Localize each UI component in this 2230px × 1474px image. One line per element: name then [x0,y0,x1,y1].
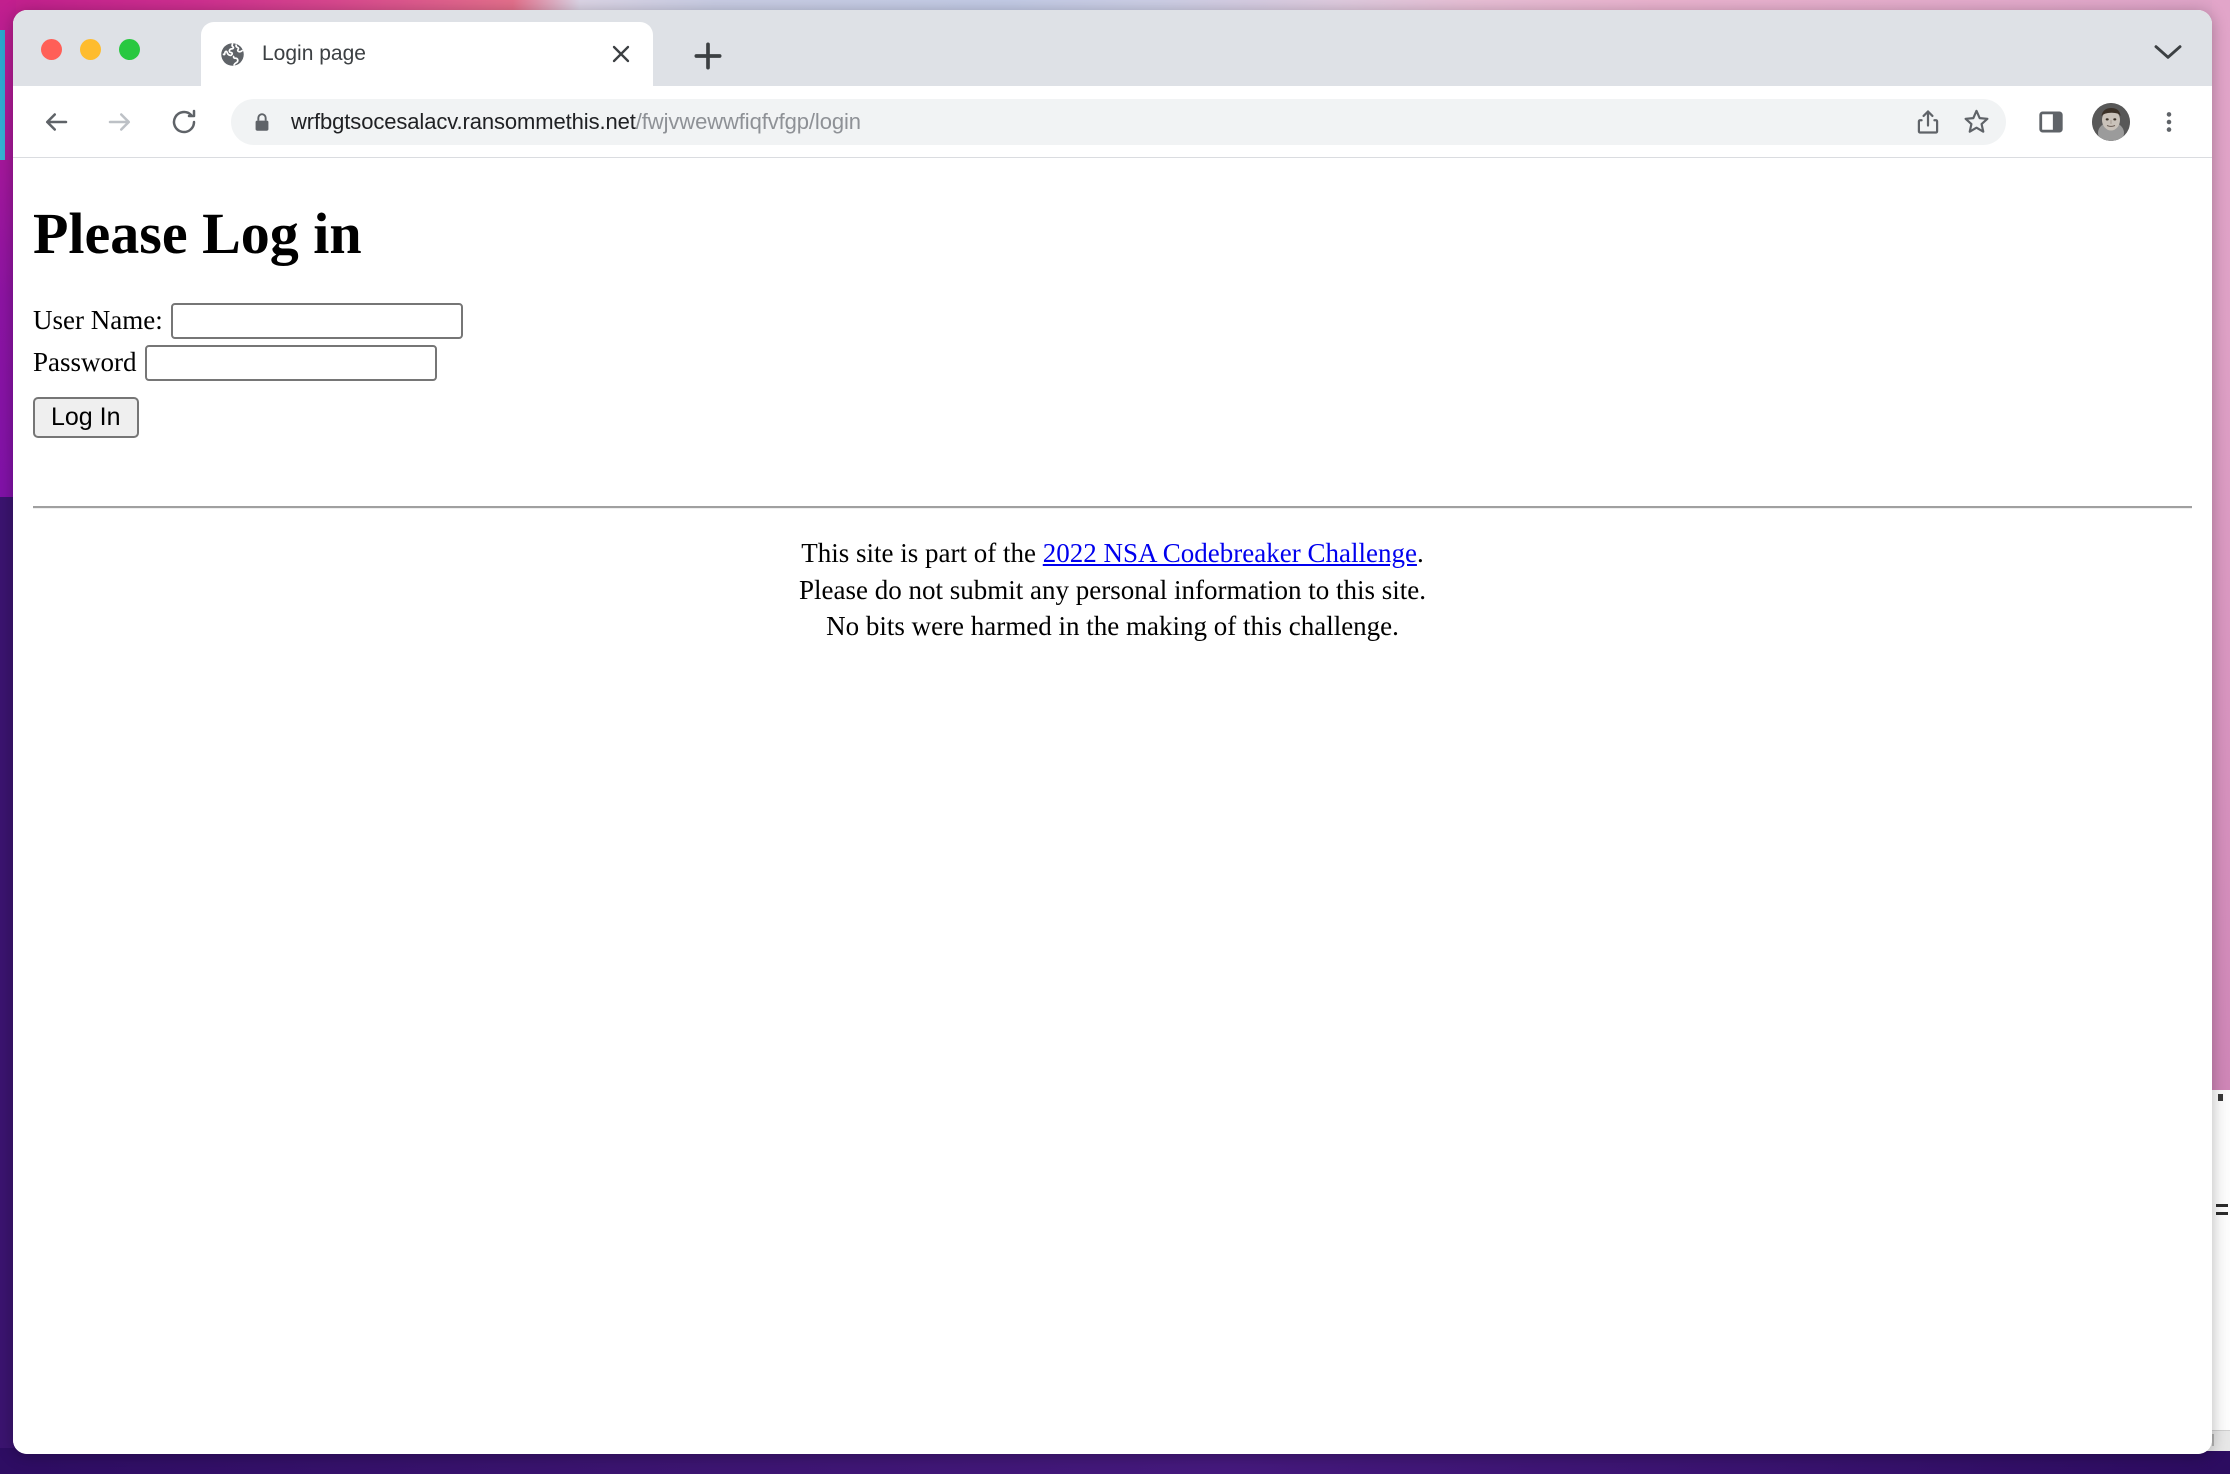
back-arrow-icon [46,112,68,131]
page-body: Please Log in User Name: Password Log In… [13,158,2212,645]
url-host: wrfbgtsocesalacv.ransommethis.net [291,108,636,134]
star-icon [1964,109,1988,133]
tab-title: Login page [262,42,366,65]
lock-icon[interactable] [251,111,273,133]
forward-arrow-icon [108,112,130,131]
share-button[interactable] [1906,100,1950,144]
tab-login-page[interactable]: Login page [201,22,653,86]
username-input[interactable] [170,302,463,339]
bookmark-button[interactable] [1954,100,1998,144]
footer-line-1-suffix: . [1416,537,1424,568]
background-window-dot [2218,1094,2223,1101]
page-title: Please Log in [33,201,362,266]
chevron-down-icon[interactable] [2152,42,2184,62]
footer-line-1-prefix: This site is part of the [801,537,1043,568]
footer-line-3: No bits were harmed in the making of thi… [826,611,1399,642]
password-row: Password [33,344,2192,381]
browser-toolbar: wrfbgtsocesalacv.ransommethis.net/fwjvwe… [13,86,2212,158]
page-viewport: Please Log in User Name: Password Log In… [13,158,2212,1454]
background-window[interactable] [2211,1090,2230,1450]
back-button[interactable] [33,99,79,145]
new-tab-button[interactable] [688,36,728,76]
page-footer: This site is part of the 2022 NSA Codebr… [33,535,2192,645]
user-avatar [2092,102,2130,141]
tab-strip: Login page [13,10,2212,86]
globe-icon [221,42,244,66]
login-form: User Name: Password Log In [33,302,2192,438]
url-text: wrfbgtsocesalacv.ransommethis.net/fwjvwe… [291,109,1902,135]
reload-icon [172,109,196,133]
password-label: Password [33,347,137,378]
wallpaper-left-accent [0,30,5,160]
forward-button[interactable] [97,99,143,145]
close-window-button[interactable] [41,39,62,60]
wallpaper-right-strip [2212,0,2230,1095]
url-path: /fwjvwewwfiqfvfgp/login [635,108,861,134]
footer-divider [33,505,2192,509]
footer-line-1: This site is part of the 2022 NSA Codebr… [33,535,2192,572]
minimize-window-button[interactable] [80,39,101,60]
background-window-marks [2216,1198,2228,1232]
reload-button[interactable] [161,99,207,145]
window-controls [41,39,140,60]
close-tab-icon[interactable] [607,40,635,68]
codebreaker-challenge-link[interactable]: 2022 NSA Codebreaker Challenge [1043,538,1417,568]
address-bar[interactable]: wrfbgtsocesalacv.ransommethis.net/fwjvwe… [231,98,2006,145]
username-label: User Name: [33,305,163,336]
username-row: User Name: [33,302,2192,339]
footer-line-2: Please do not submit any personal inform… [799,574,1426,605]
login-button[interactable]: Log In [33,396,139,438]
password-input[interactable] [144,344,437,381]
three-dot-menu-icon [2166,111,2172,132]
share-icon [1917,109,1939,134]
side-panel-icon [2039,110,2063,133]
browser-window: Login page wrfbgtsocesalacv.ransommethis… [13,10,2212,1454]
maximize-window-button[interactable] [119,39,140,60]
browser-menu-button[interactable] [2146,99,2192,145]
avatar[interactable] [2092,102,2130,141]
side-panel-button[interactable] [2028,99,2074,145]
